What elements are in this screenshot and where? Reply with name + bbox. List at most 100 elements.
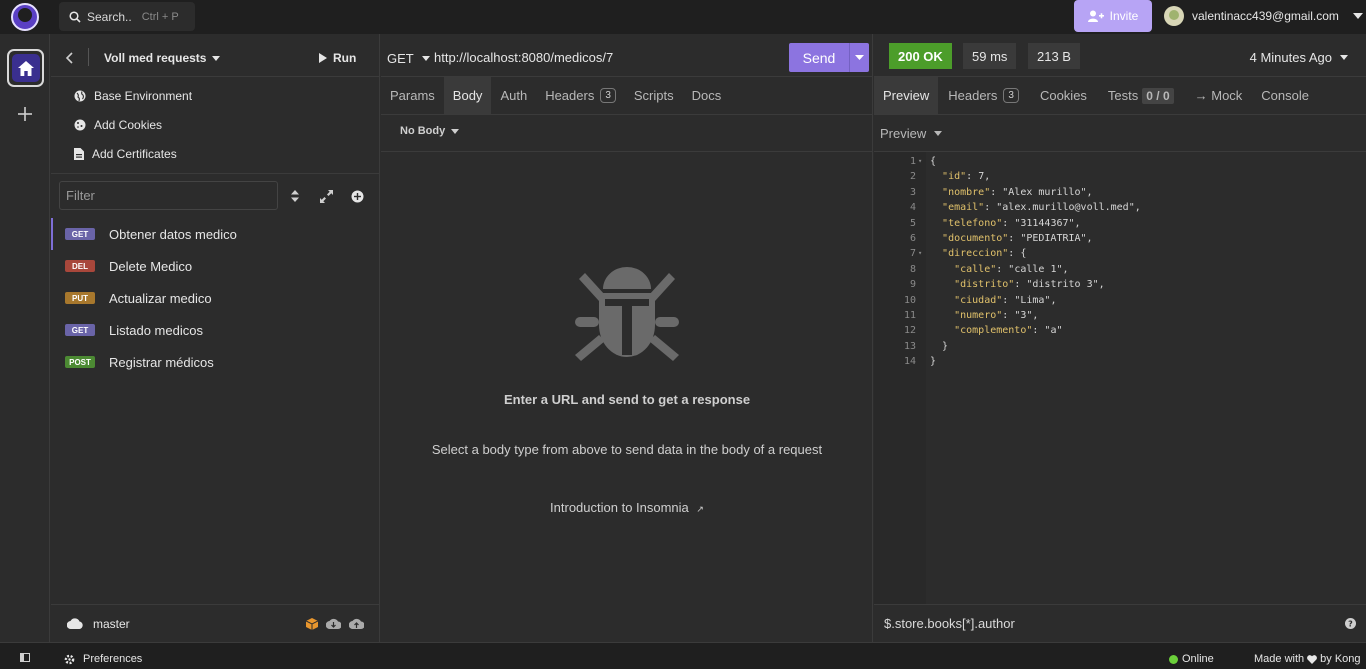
cloud-download-icon[interactable] — [326, 618, 341, 629]
request-name: Listado medicos — [109, 322, 203, 338]
tab-tests[interactable]: Tests 0 / 0 — [1096, 77, 1183, 114]
method-badge: DEL — [65, 260, 95, 272]
home-button[interactable] — [7, 49, 44, 87]
code-line: "numero": "3", — [954, 310, 1039, 321]
tab-headers[interactable]: Headers 3 — [938, 77, 1028, 114]
sidebar-footer: master — [51, 604, 380, 642]
new-project-button[interactable] — [15, 104, 35, 124]
branch-label[interactable]: master — [93, 617, 130, 631]
made-with-kong[interactable]: Made with by Kong — [1254, 653, 1361, 665]
request-item[interactable]: GET Obtener datos medico — [51, 218, 380, 250]
globe-icon — [74, 90, 86, 102]
tab-label: Body — [452, 88, 483, 103]
tab-body[interactable]: Body — [443, 77, 492, 114]
add-cookies-link[interactable]: Add Cookies — [74, 115, 162, 135]
tab-docs[interactable]: Docs — [683, 77, 731, 114]
headers-count: 3 — [600, 88, 616, 103]
method-badge: GET — [65, 324, 95, 336]
fold-toggle-icon[interactable]: ▾ — [918, 154, 922, 169]
request-name: Delete Medico — [109, 258, 193, 274]
collection-title[interactable]: Voll med requests — [104, 51, 221, 65]
send-button[interactable]: Send — [789, 43, 869, 72]
jsonpath-filter-input[interactable]: $.store.books[*].author ? — [874, 604, 1366, 642]
status-text: 200 OK — [898, 48, 943, 64]
code-line: "documento": "PEDIATRIA", — [942, 233, 1093, 244]
add-certificates-link[interactable]: Add Certificates — [74, 144, 177, 164]
url-input[interactable]: http://localhost:8080/medicos/7 — [434, 50, 613, 65]
filter-input[interactable]: Filter — [59, 181, 278, 210]
sort-icon[interactable] — [291, 190, 299, 202]
expand-icon[interactable] — [320, 190, 333, 203]
tab-label: Cookies — [1039, 88, 1087, 103]
method-badge: PUT — [65, 292, 95, 304]
home-button-inner — [11, 54, 40, 82]
request-item[interactable]: GET Listado medicos — [51, 314, 380, 346]
cookie-icon — [74, 119, 86, 131]
code-line: "nombre": "Alex murillo", — [942, 186, 1093, 198]
preview-mode-select[interactable]: Preview — [880, 126, 943, 141]
gear-icon — [64, 654, 75, 664]
code-line: "telefono": "31144367", — [942, 217, 1081, 229]
send-options[interactable] — [850, 55, 869, 60]
method-badge: GET — [65, 228, 95, 240]
line-number: 13 — [903, 340, 916, 352]
request-item[interactable]: POST Registrar médicos — [51, 346, 380, 378]
request-item[interactable]: PUT Actualizar medico — [51, 282, 380, 314]
cloud-icon — [67, 618, 83, 629]
fold-toggle-icon[interactable]: ▾ — [918, 246, 922, 261]
collection-title-text: Voll med requests — [104, 51, 207, 65]
line-number: 9 — [909, 279, 916, 291]
tab-label: → Mock — [1194, 88, 1243, 103]
chevron-down-icon — [934, 131, 943, 136]
toggle-sidebar-icon[interactable] — [20, 653, 30, 662]
divider — [51, 76, 380, 77]
insomnia-logo-icon[interactable] — [11, 3, 39, 31]
search-button[interactable]: Search.. Ctrl + P — [59, 2, 195, 31]
tab-mock[interactable]: → Mock — [1183, 77, 1252, 114]
package-icon[interactable] — [306, 617, 318, 630]
tab-scripts[interactable]: Scripts — [625, 77, 683, 114]
account-menu[interactable]: valentinacc439@gmail.com — [1164, 4, 1363, 28]
code-line: "calle": "calle 1", — [954, 263, 1069, 275]
method-select[interactable]: GET — [387, 51, 430, 66]
svg-text:?: ? — [1348, 620, 1353, 629]
cloud-upload-icon[interactable] — [349, 618, 364, 629]
base-environment-link[interactable]: Base Environment — [74, 86, 192, 106]
response-json-viewer[interactable]: 1 ▾{2 "id": 7, 3 "nombre": "Alex murillo",… — [874, 152, 1366, 604]
line-number: 5 — [909, 217, 916, 229]
method-label: GET — [387, 51, 414, 66]
line-number: 6 — [909, 233, 916, 244]
method-badge: POST — [65, 356, 95, 368]
add-circle-icon[interactable] — [351, 190, 364, 203]
help-icon[interactable]: ? — [1345, 618, 1356, 629]
back-chevron-icon[interactable] — [65, 52, 73, 64]
tab-headers[interactable]: Headers 3 — [536, 77, 625, 114]
by-kong-label: by Kong — [1320, 653, 1361, 665]
code-line: } — [930, 356, 937, 368]
home-icon — [17, 60, 34, 76]
intro-link[interactable]: Introduction to Insomnia ↗ — [381, 500, 873, 515]
invite-button[interactable]: Invite — [1074, 0, 1152, 32]
preferences-button[interactable]: Preferences — [64, 653, 142, 665]
external-link-icon: ↗ — [696, 504, 704, 514]
time-badge: 59 ms — [963, 43, 1017, 69]
play-icon — [319, 53, 327, 63]
history-select[interactable]: 4 Minutes Ago — [1250, 50, 1348, 65]
tab-params[interactable]: Params — [381, 77, 444, 114]
add-cookies-label: Add Cookies — [94, 118, 163, 132]
chevron-down-icon — [451, 128, 460, 134]
tab-preview[interactable]: Preview — [874, 77, 939, 114]
tab-label: Headers — [948, 88, 998, 103]
request-name: Obtener datos medico — [109, 226, 237, 242]
run-button[interactable]: Run — [319, 51, 356, 65]
invite-label: Invite — [1109, 9, 1139, 23]
tab-cookies[interactable]: Cookies — [1028, 77, 1096, 114]
tab-auth[interactable]: Auth — [491, 77, 536, 114]
code-line: "email": "alex.murillo@voll.med", — [942, 202, 1141, 214]
line-number: 11 — [903, 310, 916, 321]
body-type-select[interactable]: No Body — [400, 125, 460, 137]
tab-label: Scripts — [633, 88, 674, 103]
tab-label: Auth — [500, 88, 528, 103]
request-item[interactable]: DEL Delete Medico — [51, 250, 380, 282]
tab-console[interactable]: Console — [1251, 77, 1318, 114]
